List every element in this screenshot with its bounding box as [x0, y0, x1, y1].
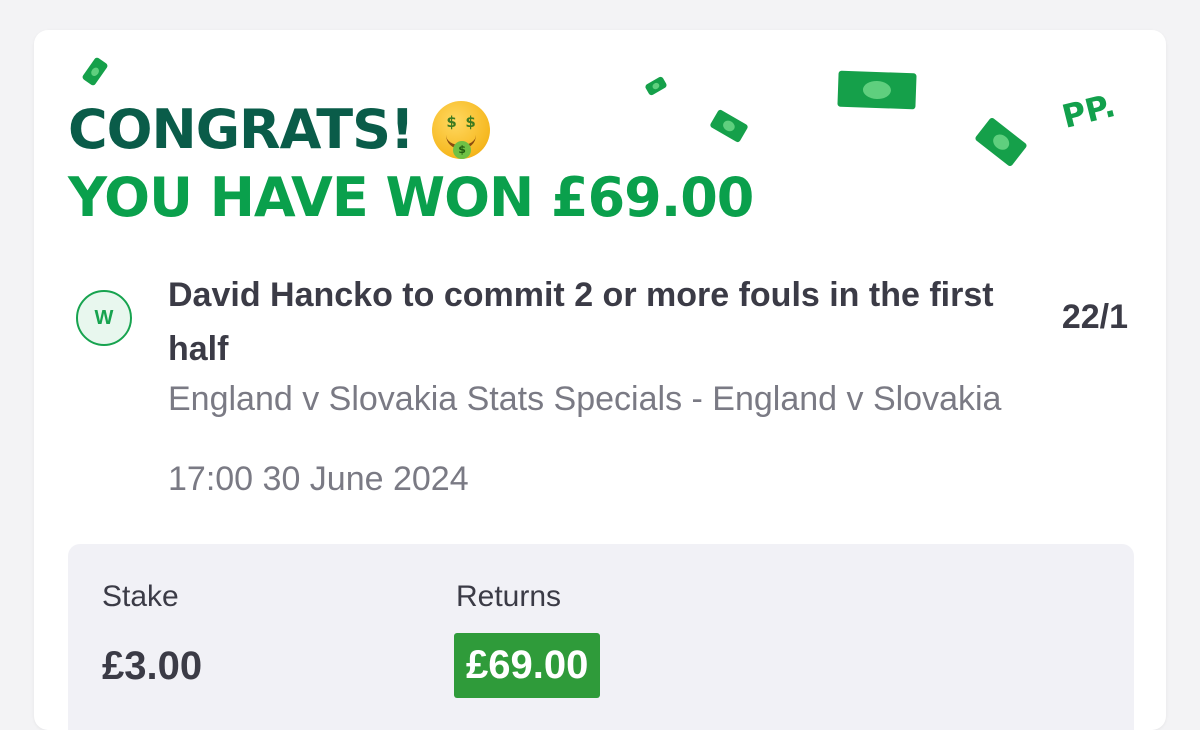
event-datetime: 17:00 30 June 2024	[168, 460, 469, 498]
banknote-icon	[644, 75, 668, 97]
paddy-power-logo: PP.	[1058, 86, 1119, 136]
returns-value: £69.00	[454, 633, 601, 698]
money-mouth-face-icon: $ $ $	[431, 100, 490, 159]
congrats-text: CONGRATS!	[68, 98, 415, 161]
stake-label: Stake	[102, 580, 179, 613]
banknote-icon	[837, 70, 917, 110]
bet-receipt-card: PP. CONGRATS! $ $ $ YOU HAVE WON £69.00 …	[34, 30, 1166, 730]
winnings-heading: YOU HAVE WON £69.00	[68, 166, 754, 229]
selection-odds: 22/1	[1061, 298, 1128, 336]
market-name: England v Slovakia Stats Specials - Engl…	[168, 380, 1002, 418]
banknote-icon	[974, 116, 1028, 168]
stake-value: £3.00	[102, 644, 203, 688]
congrats-heading: CONGRATS! $ $ $	[68, 98, 490, 161]
win-status-badge: W	[76, 290, 132, 346]
banknote-icon	[709, 108, 749, 144]
returns-label: Returns	[456, 580, 562, 613]
selection-title: David Hancko to commit 2 or more fouls i…	[168, 276, 994, 368]
banknote-icon	[81, 56, 109, 87]
bet-summary-panel: Stake Returns £3.00 £69.00	[68, 544, 1134, 730]
